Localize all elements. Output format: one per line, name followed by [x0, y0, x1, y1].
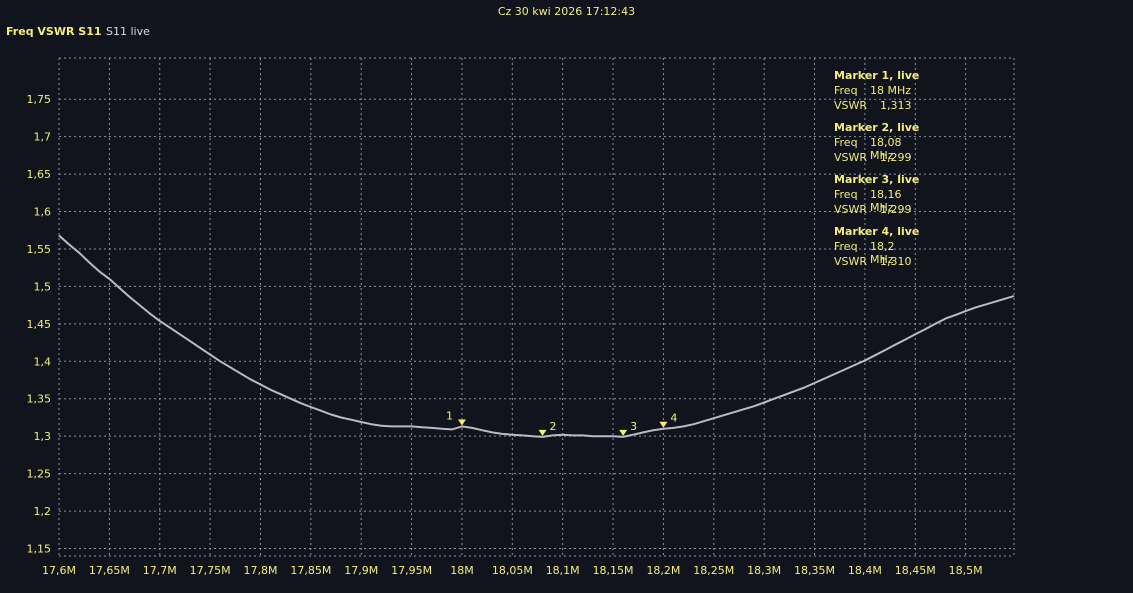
marker-title: Marker 1, live: [834, 69, 920, 82]
marker-info-1: Marker 1, live Freq 18 MHz VSWR 1,313: [834, 69, 919, 114]
marker-triangle-3: [619, 429, 628, 436]
freq-label: Freq: [834, 136, 858, 149]
x-tick-label: 17,95M: [391, 564, 432, 577]
y-tick-label: 1,55: [27, 243, 52, 256]
y-tick-label: 1,35: [27, 393, 52, 406]
y-tick-label: 1,7: [34, 131, 52, 144]
x-tick-label: 18M: [450, 564, 474, 577]
y-tick-label: 1,25: [27, 468, 52, 481]
y-tick-label: 1,2: [34, 505, 52, 518]
x-tick-label: 17,85M: [290, 564, 331, 577]
marker-info-4: Marker 4, live Freq 18,2 MHz VSWR 1,310: [834, 225, 919, 270]
x-tick-label: 18,5M: [949, 564, 983, 577]
chart-title: Freq VSWR S11: [6, 25, 102, 38]
y-tick-label: 1,65: [27, 168, 52, 181]
x-tick-label: 18,05M: [492, 564, 533, 577]
y-tick-label: 1,45: [27, 318, 52, 331]
marker-info-3: Marker 3, live Freq 18,16 MHz VSWR 1,299: [834, 173, 919, 218]
vswr-value: 1,310: [880, 255, 912, 268]
x-tick-label: 18,1M: [546, 564, 580, 577]
marker-number-1: 1: [446, 409, 453, 422]
x-tick-label: 17,8M: [243, 564, 277, 577]
y-tick-label: 1,75: [27, 93, 52, 106]
marker-title: Marker 2, live: [834, 121, 920, 134]
x-tick-label: 17,65M: [89, 564, 130, 577]
y-tick-label: 1,5: [34, 280, 52, 293]
vswr-label: VSWR: [834, 203, 868, 216]
x-tick-label: 18,15M: [593, 564, 634, 577]
marker-triangle-4: [659, 421, 668, 428]
marker-number-2: 2: [550, 420, 557, 433]
x-tick-label: 17,7M: [143, 564, 177, 577]
x-tick-label: 18,2M: [646, 564, 680, 577]
y-tick-label: 1,3: [34, 430, 52, 443]
x-tick-label: 18,4M: [848, 564, 882, 577]
x-tick-label: 18,3M: [747, 564, 781, 577]
marker-title: Marker 4, live: [834, 225, 920, 238]
marker-triangle-2: [538, 429, 547, 436]
x-tick-label: 18,45M: [895, 564, 936, 577]
marker-title: Marker 3, live: [834, 173, 920, 186]
freq-value: 18 MHz: [870, 84, 912, 97]
timestamp: Cz 30 kwi 2026 17:12:43: [497, 5, 636, 18]
x-tick-label: 17,9M: [344, 564, 378, 577]
marker-number-4: 4: [670, 412, 677, 425]
vswr-chart: 17,6M 17,65M 17,7M 17,75M 17,8M 17,85M 17,9M 17…: [27, 57, 1015, 577]
vswr-value: 1,299: [880, 203, 912, 216]
marker-info-2: Marker 2, live Freq 18,08 MHz VSWR 1,299: [834, 121, 919, 166]
trace-label: S11 live: [106, 25, 150, 38]
vswr-value: 1,299: [880, 151, 912, 164]
vswr-value: 1,313: [880, 99, 912, 112]
marker-triangle-1: [457, 419, 466, 426]
y-tick-label: 1,4: [34, 355, 52, 368]
freq-label: Freq: [834, 240, 858, 253]
vswr-label: VSWR: [834, 255, 868, 268]
x-tick-label: 18,25M: [693, 564, 734, 577]
y-tick-label: 1,6: [34, 206, 52, 219]
freq-label: Freq: [834, 188, 858, 201]
x-tick-label: 18,35M: [794, 564, 835, 577]
marker-number-3: 3: [630, 420, 637, 433]
vswr-label: VSWR: [834, 151, 868, 164]
freq-label: Freq: [834, 84, 858, 97]
x-tick-label: 17,6M: [42, 564, 76, 577]
y-tick-label: 1,15: [27, 543, 52, 556]
vswr-label: VSWR: [834, 99, 868, 112]
x-tick-label: 17,75M: [190, 564, 231, 577]
